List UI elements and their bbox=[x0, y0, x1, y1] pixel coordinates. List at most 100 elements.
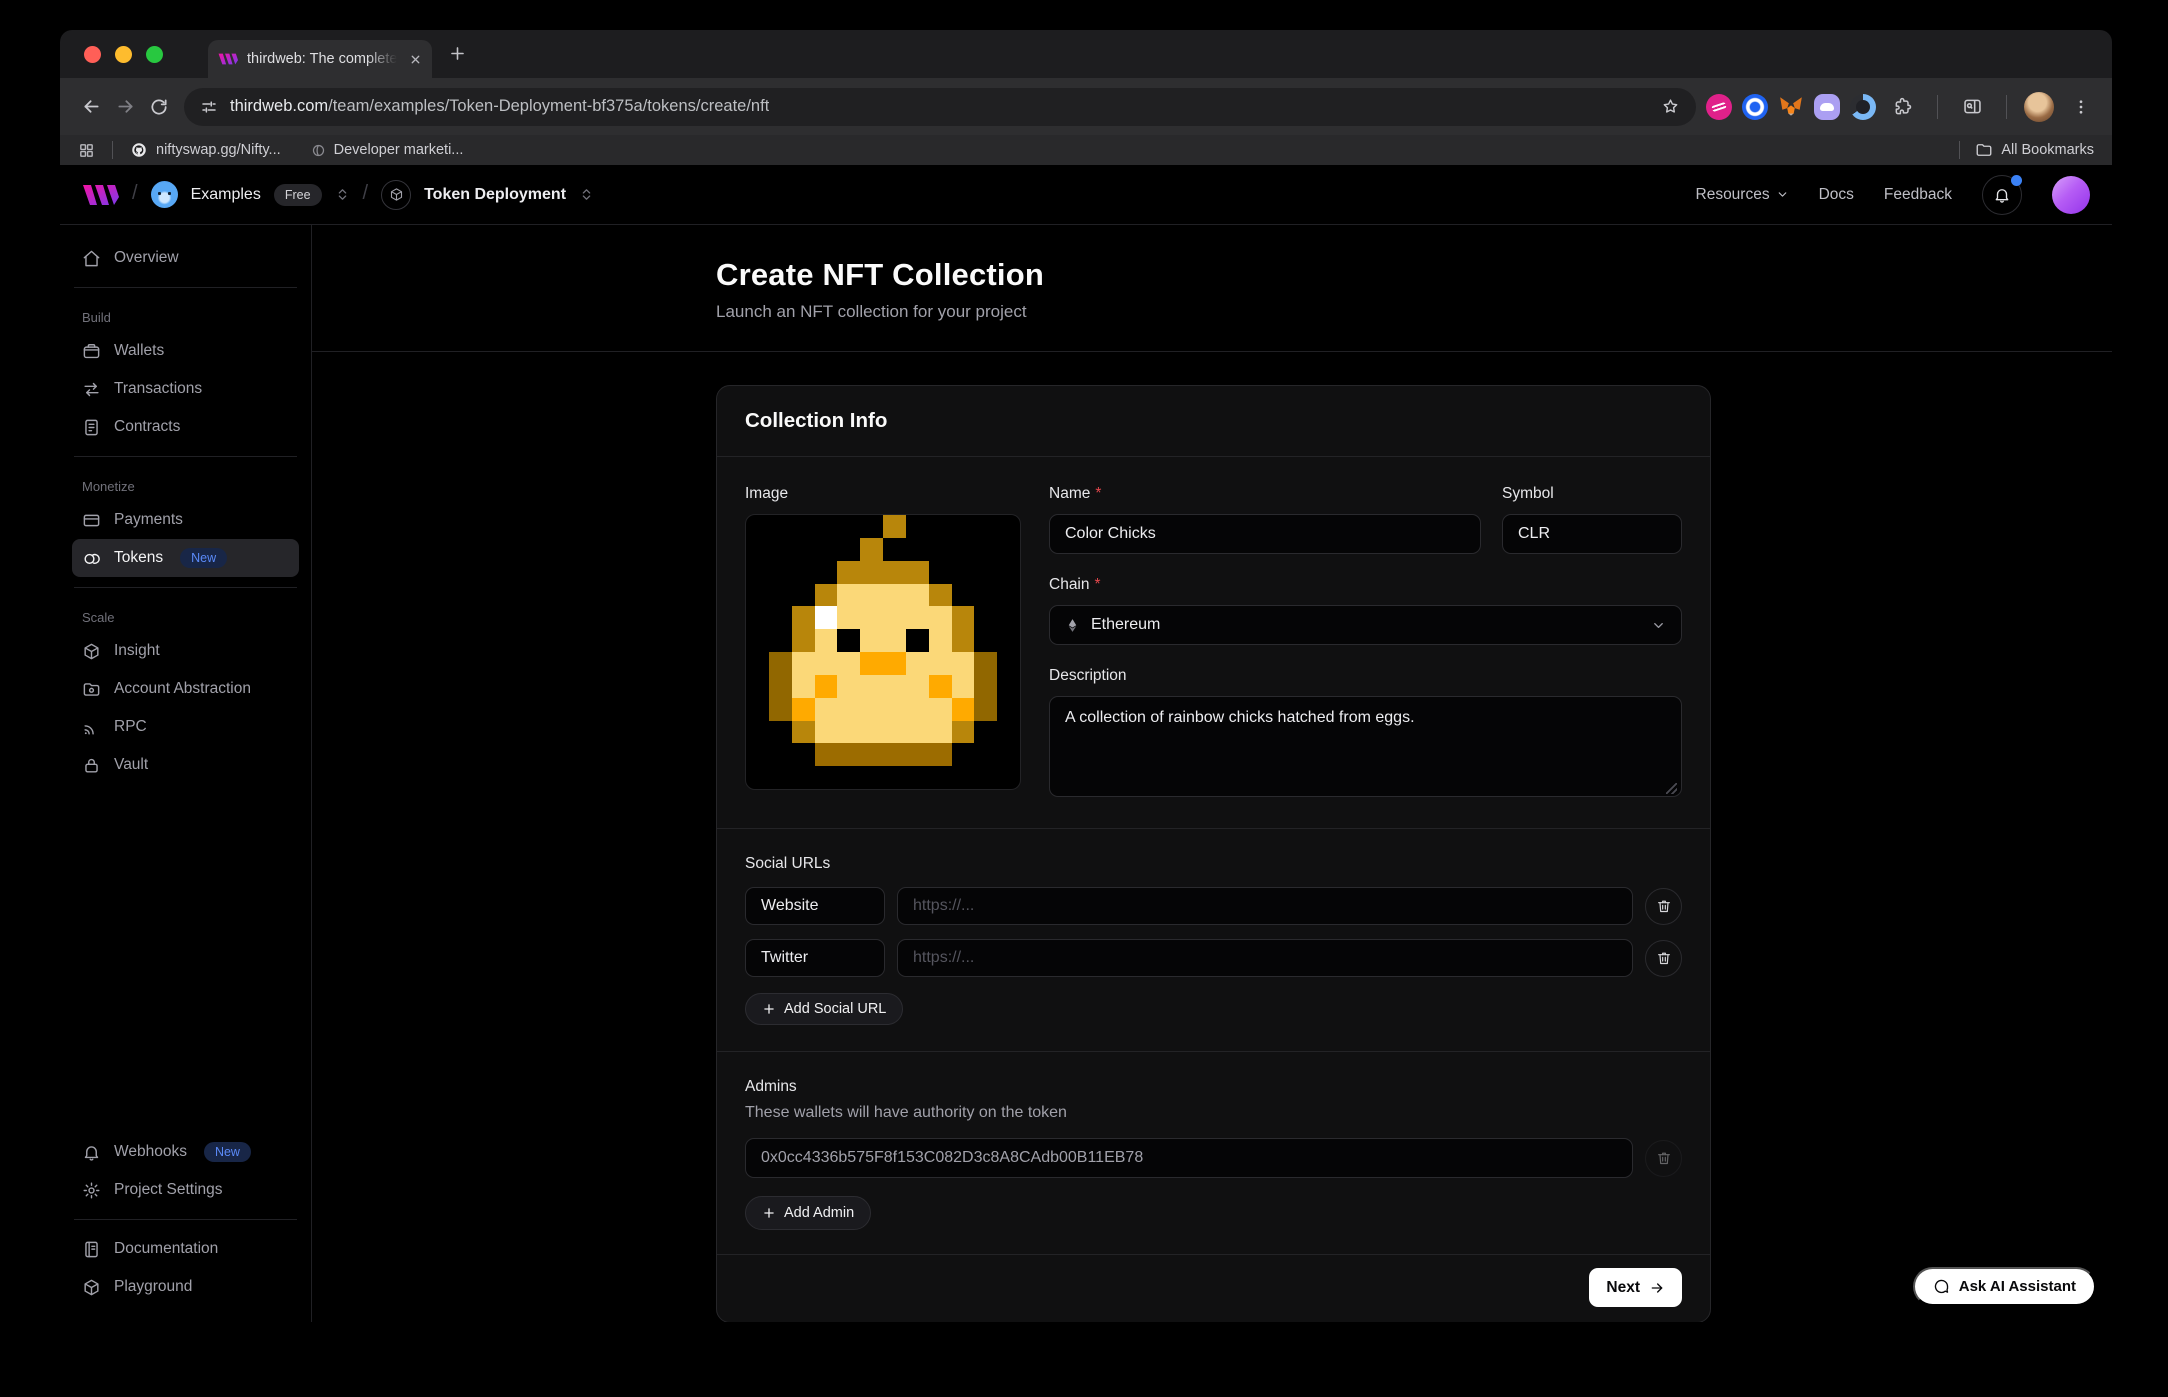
plus-icon bbox=[762, 1002, 776, 1016]
bookmark-label: niftyswap.gg/Nifty... bbox=[156, 142, 281, 158]
apps-grid-icon[interactable] bbox=[78, 142, 95, 159]
address-bar[interactable]: thirdweb.com/team/examples/Token-Deploym… bbox=[184, 88, 1696, 126]
sidebar-item-contracts[interactable]: Contracts bbox=[72, 408, 299, 446]
section-divider bbox=[717, 828, 1710, 829]
sidebar-item-rpc[interactable]: RPC bbox=[72, 708, 299, 746]
breadcrumb: / Examples Free / Token Deployment bbox=[82, 180, 594, 210]
nft-image-preview[interactable] bbox=[745, 514, 1021, 790]
delete-social-url-button[interactable] bbox=[1645, 888, 1682, 925]
description-label: Description bbox=[1049, 667, 1682, 685]
minimize-window-button[interactable] bbox=[115, 46, 132, 63]
nav-feedback[interactable]: Feedback bbox=[1884, 186, 1952, 204]
sidebar-item-webhooks[interactable]: Webhooks New bbox=[72, 1133, 299, 1171]
nav-docs[interactable]: Docs bbox=[1819, 186, 1854, 204]
plus-icon bbox=[762, 1206, 776, 1220]
sidebar-item-transactions[interactable]: Transactions bbox=[72, 370, 299, 408]
sidebar-item-account-abstraction[interactable]: Account Abstraction bbox=[72, 670, 299, 708]
social-url-input[interactable] bbox=[897, 939, 1633, 977]
extension-pink-icon[interactable] bbox=[1706, 94, 1732, 120]
toolbar-divider bbox=[2006, 95, 2007, 119]
window-controls bbox=[84, 46, 163, 63]
social-url-input[interactable] bbox=[897, 887, 1633, 925]
sidebar-spacer bbox=[72, 784, 299, 1133]
sidebar-item-wallets[interactable]: Wallets bbox=[72, 332, 299, 370]
project-icon bbox=[381, 180, 411, 210]
all-bookmarks-button[interactable]: All Bookmarks bbox=[1975, 141, 2094, 159]
add-admin-button[interactable]: Add Admin bbox=[745, 1196, 871, 1230]
card-footer: Next bbox=[717, 1254, 1710, 1322]
browser-profile-avatar[interactable] bbox=[2024, 92, 2054, 122]
wallet-icon bbox=[82, 342, 101, 361]
description-textarea[interactable]: A collection of rainbow chicks hatched f… bbox=[1049, 696, 1682, 797]
signal-icon bbox=[82, 718, 101, 737]
folder-icon bbox=[1975, 141, 1993, 159]
site-settings-icon[interactable] bbox=[200, 98, 218, 116]
name-input[interactable] bbox=[1049, 514, 1481, 554]
book-icon bbox=[82, 1240, 101, 1259]
project-name[interactable]: Token Deployment bbox=[424, 186, 566, 204]
ask-ai-assistant-button[interactable]: Ask AI Assistant bbox=[1913, 1267, 2096, 1306]
maximize-window-button[interactable] bbox=[146, 46, 163, 63]
add-social-url-button[interactable]: Add Social URL bbox=[745, 993, 903, 1025]
browser-toolbar: thirdweb.com/team/examples/Token-Deploym… bbox=[60, 78, 2112, 135]
delete-social-url-button[interactable] bbox=[1645, 940, 1682, 977]
team-avatar[interactable] bbox=[151, 181, 178, 208]
notification-dot bbox=[2011, 175, 2022, 186]
delete-admin-button[interactable] bbox=[1645, 1140, 1682, 1177]
insight-icon bbox=[82, 642, 101, 661]
project-switcher-icon[interactable] bbox=[579, 187, 594, 202]
symbol-input[interactable] bbox=[1502, 514, 1682, 554]
image-label: Image bbox=[745, 485, 1021, 503]
phantom-extension-icon[interactable] bbox=[1814, 94, 1840, 120]
sidebar-label: RPC bbox=[114, 718, 147, 736]
sidebar-item-project-settings[interactable]: Project Settings bbox=[72, 1171, 299, 1209]
reload-button[interactable] bbox=[142, 90, 176, 124]
sidebar-item-tokens[interactable]: Tokens New bbox=[72, 539, 299, 577]
account-avatar[interactable] bbox=[2052, 176, 2090, 214]
team-switcher-icon[interactable] bbox=[335, 187, 350, 202]
url-text: thirdweb.com/team/examples/Token-Deploym… bbox=[230, 97, 769, 116]
side-panel-icon[interactable] bbox=[1955, 90, 1989, 124]
sidebar-section-build: Build bbox=[72, 298, 299, 332]
sidebar-item-insight[interactable]: Insight bbox=[72, 632, 299, 670]
thirdweb-app: / Examples Free / Token Deployment Reso bbox=[60, 165, 2112, 1322]
bookmarks-divider bbox=[112, 141, 113, 159]
social-platform-input[interactable] bbox=[745, 939, 885, 977]
extension-blue-icon[interactable] bbox=[1742, 94, 1768, 120]
admin-address-input[interactable] bbox=[745, 1138, 1633, 1178]
credit-card-icon bbox=[82, 511, 101, 530]
back-button[interactable] bbox=[74, 90, 108, 124]
social-platform-input[interactable] bbox=[745, 887, 885, 925]
next-button[interactable]: Next bbox=[1589, 1268, 1682, 1307]
bookmark-star-icon[interactable] bbox=[1661, 97, 1680, 116]
metamask-extension-icon[interactable] bbox=[1778, 94, 1804, 120]
forward-button[interactable] bbox=[108, 90, 142, 124]
new-tab-button[interactable] bbox=[448, 44, 467, 63]
browser-tab[interactable]: thirdweb: The complete web3 bbox=[208, 40, 432, 78]
sidebar-item-overview[interactable]: Overview bbox=[72, 239, 299, 277]
tab-close-icon[interactable] bbox=[409, 53, 422, 66]
sidebar-item-payments[interactable]: Payments bbox=[72, 501, 299, 539]
chrome-menu-icon[interactable] bbox=[2064, 90, 2098, 124]
close-window-button[interactable] bbox=[84, 46, 101, 63]
bookmark-item[interactable]: Developer marketi... bbox=[311, 142, 464, 158]
sidebar-item-documentation[interactable]: Documentation bbox=[72, 1230, 299, 1268]
sidebar-item-vault[interactable]: Vault bbox=[72, 746, 299, 784]
chain-select[interactable]: Ethereum bbox=[1049, 605, 1682, 645]
folder-icon bbox=[82, 680, 101, 699]
sidebar-label: Documentation bbox=[114, 1240, 218, 1258]
thirdweb-logo[interactable] bbox=[82, 183, 119, 207]
team-name[interactable]: Examples bbox=[191, 186, 261, 204]
extension-clock-icon[interactable] bbox=[1850, 94, 1876, 120]
sidebar-label: Webhooks bbox=[114, 1143, 187, 1161]
sidebar-label: Wallets bbox=[114, 342, 164, 360]
card-header: Collection Info bbox=[717, 386, 1710, 457]
add-admin-label: Add Admin bbox=[784, 1205, 854, 1221]
sidebar-item-playground[interactable]: Playground bbox=[72, 1268, 299, 1306]
nav-resources[interactable]: Resources bbox=[1696, 186, 1789, 204]
notifications-button[interactable] bbox=[1982, 175, 2022, 215]
chevron-down-icon bbox=[1776, 188, 1789, 201]
extensions-puzzle-icon[interactable] bbox=[1886, 90, 1920, 124]
social-url-row bbox=[745, 887, 1682, 925]
bookmark-item[interactable]: niftyswap.gg/Nifty... bbox=[130, 141, 281, 159]
